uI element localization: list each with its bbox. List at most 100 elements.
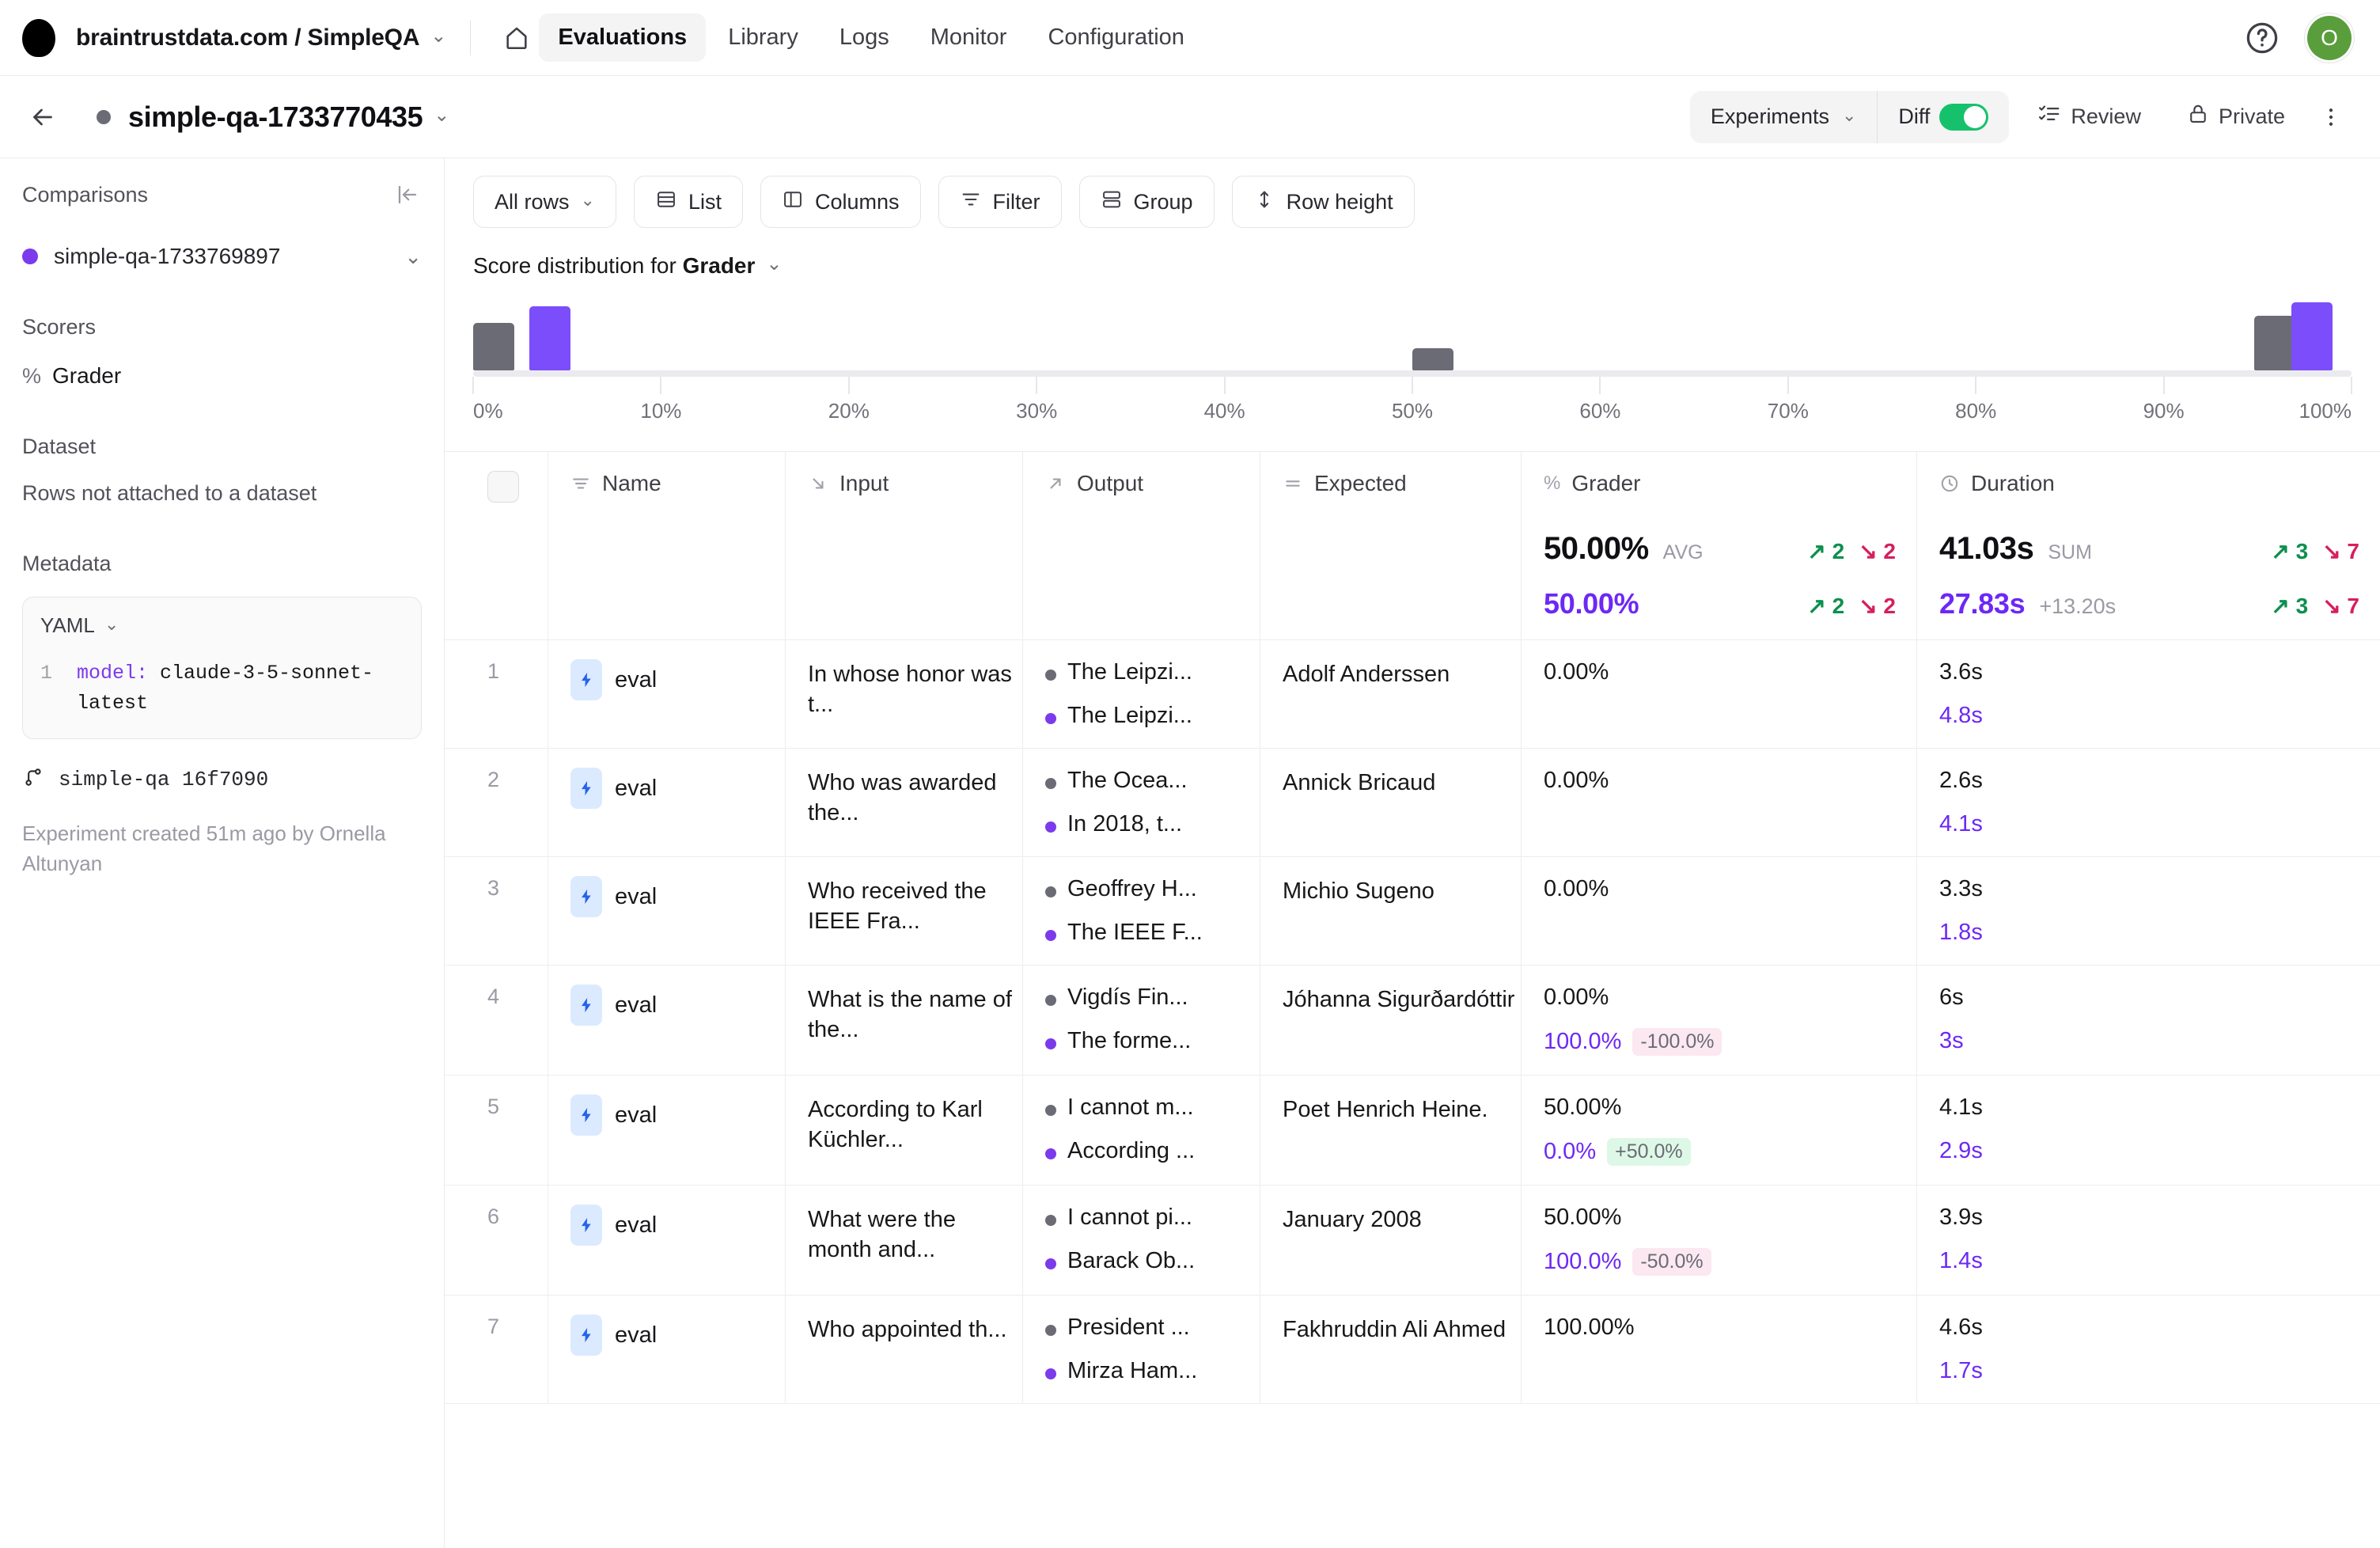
nav-item-evaluations[interactable]: Evaluations <box>539 13 706 62</box>
row-input-cell[interactable]: Who received the IEEE Fra... <box>785 857 1022 965</box>
chart-header[interactable]: Score distribution for Grader ⌄ <box>445 239 2380 279</box>
chevron-down-icon[interactable]: ⌄ <box>434 106 449 125</box>
kebab-menu-icon[interactable] <box>2310 97 2352 138</box>
column-header-output[interactable]: Output <box>1022 452 1260 639</box>
row-grader-cell[interactable]: 50.00%0.0%+50.0% <box>1521 1076 1916 1185</box>
columns-button[interactable]: Columns <box>760 176 921 228</box>
row-index-cell: 6 <box>445 1186 548 1295</box>
row-height-button[interactable]: Row height <box>1232 176 1415 228</box>
scorer-item-grader[interactable]: % Grader <box>22 363 422 389</box>
chart-bar[interactable] <box>2291 302 2333 370</box>
row-name-cell[interactable]: eval <box>548 857 785 965</box>
row-output-cell[interactable]: The Ocea...In 2018, t... <box>1022 749 1260 856</box>
group-button[interactable]: Group <box>1079 176 1215 228</box>
row-grader-cell[interactable]: 50.00%100.0%-50.0% <box>1521 1186 1916 1295</box>
row-duration-cell[interactable]: 2.6s4.1s <box>1916 749 2380 856</box>
row-input-cell[interactable]: In whose honor was t... <box>785 640 1022 748</box>
workspace-switcher[interactable]: braintrustdata.com / SimpleQA ⌄ <box>55 25 446 51</box>
chart-title-metric: Grader <box>683 253 756 278</box>
column-header-input[interactable]: Input <box>785 452 1022 639</box>
row-grader-cell[interactable]: 0.00%100.0%-100.0% <box>1521 966 1916 1075</box>
diff-toggle-group[interactable]: Diff <box>1878 91 2009 143</box>
row-expected-cell[interactable]: Fakhruddin Ali Ahmed <box>1260 1296 1521 1403</box>
row-name-cell[interactable]: eval <box>548 640 785 748</box>
nav-item-library[interactable]: Library <box>709 13 817 62</box>
row-name-cell[interactable]: eval <box>548 1076 785 1185</box>
main-content: All rows ⌄ List Columns <box>445 158 2380 1548</box>
arrow-left-icon[interactable] <box>22 97 63 138</box>
chevron-down-icon[interactable]: ⌄ <box>404 245 422 269</box>
private-button[interactable]: Private <box>2170 91 2302 143</box>
experiments-dropdown[interactable]: Experiments ⌄ <box>1690 91 1878 143</box>
all-rows-dropdown[interactable]: All rows ⌄ <box>473 176 616 228</box>
table-row[interactable]: 5evalAccording to Karl Küchler...I canno… <box>445 1076 2380 1186</box>
column-header-name[interactable]: Name <box>548 452 785 639</box>
chart-bar[interactable] <box>1412 348 1453 370</box>
row-input-cell[interactable]: According to Karl Küchler... <box>785 1076 1022 1185</box>
table-row[interactable]: 7evalWho appointed th...President ...Mir… <box>445 1296 2380 1404</box>
row-duration-cell[interactable]: 3.6s4.8s <box>1916 640 2380 748</box>
percent-icon: % <box>1544 472 1560 495</box>
row-output-cell[interactable]: I cannot m...According ... <box>1022 1076 1260 1185</box>
collapse-panel-icon[interactable] <box>393 180 422 209</box>
chart-bar[interactable] <box>2254 316 2295 370</box>
row-output-cell[interactable]: I cannot pi...Barack Ob... <box>1022 1186 1260 1295</box>
table-row[interactable]: 6evalWhat were the month and...I cannot … <box>445 1186 2380 1296</box>
select-all-checkbox[interactable] <box>487 471 519 503</box>
row-expected-cell[interactable]: Adolf Anderssen <box>1260 640 1521 748</box>
nav-item-logs[interactable]: Logs <box>820 13 908 62</box>
row-expected-cell[interactable]: Jóhanna Sigurðardóttir <box>1260 966 1521 1075</box>
row-duration-cell[interactable]: 3.9s1.4s <box>1916 1186 2380 1295</box>
row-duration-cell[interactable]: 6s3s <box>1916 966 2380 1075</box>
avatar[interactable]: O <box>2307 16 2352 60</box>
row-expected-cell[interactable]: January 2008 <box>1260 1186 1521 1295</box>
row-input-cell[interactable]: Who appointed th... <box>785 1296 1022 1403</box>
column-header-grader[interactable]: % Grader 50.00% AVG ↗ 2 ↘ 2 50 <box>1521 452 1916 639</box>
row-duration-cell[interactable]: 3.3s1.8s <box>1916 857 2380 965</box>
filter-button[interactable]: Filter <box>938 176 1062 228</box>
table-row[interactable]: 4evalWhat is the name of the...Vigdís Fi… <box>445 966 2380 1076</box>
row-duration-cell[interactable]: 4.6s1.7s <box>1916 1296 2380 1403</box>
help-circle-icon[interactable] <box>2244 20 2280 56</box>
row-expected-cell[interactable]: Poet Henrich Heine. <box>1260 1076 1521 1185</box>
row-expected-cell[interactable]: Michio Sugeno <box>1260 857 1521 965</box>
metadata-format-dropdown[interactable]: YAML ⌄ <box>40 613 404 638</box>
row-grader-cell[interactable]: 0.00% <box>1521 640 1916 748</box>
chart-bar[interactable] <box>529 306 570 370</box>
chevron-down-icon[interactable]: ⌄ <box>766 255 782 274</box>
row-name-cell[interactable]: eval <box>548 1296 785 1403</box>
nav-item-monitor[interactable]: Monitor <box>911 13 1026 62</box>
row-name-cell[interactable]: eval <box>548 749 785 856</box>
review-button[interactable]: Review <box>2020 91 2158 143</box>
output-comparison-dot <box>1045 1258 1056 1269</box>
row-output-cell[interactable]: President ...Mirza Ham... <box>1022 1296 1260 1403</box>
column-header-expected[interactable]: Expected <box>1260 452 1521 639</box>
git-reference[interactable]: simple-qa 16f7090 <box>22 766 422 792</box>
diff-toggle[interactable] <box>1939 104 1988 131</box>
row-grader-cell[interactable]: 100.00% <box>1521 1296 1916 1403</box>
row-input-cell[interactable]: Who was awarded the... <box>785 749 1022 856</box>
row-output-cell[interactable]: Vigdís Fin...The forme... <box>1022 966 1260 1075</box>
row-output-cell[interactable]: Geoffrey H...The IEEE F... <box>1022 857 1260 965</box>
row-grader-cell[interactable]: 0.00% <box>1521 749 1916 856</box>
nav-item-configuration[interactable]: Configuration <box>1029 13 1203 62</box>
comparison-item[interactable]: simple-qa-1733769897 ⌄ <box>22 244 422 269</box>
row-grader-cell[interactable]: 0.00% <box>1521 857 1916 965</box>
list-view-button[interactable]: List <box>634 176 743 228</box>
chart-bar[interactable] <box>473 323 514 370</box>
row-name-cell[interactable]: eval <box>548 1186 785 1295</box>
row-input-cell[interactable]: What were the month and... <box>785 1186 1022 1295</box>
column-header-duration[interactable]: Duration 41.03s SUM ↗ 3 ↘ 7 27.83s <box>1916 452 2380 639</box>
row-input-cell[interactable]: What is the name of the... <box>785 966 1022 1075</box>
row-output-cell[interactable]: The Leipzi...The Leipzi... <box>1022 640 1260 748</box>
table-row[interactable]: 2evalWho was awarded the...The Ocea...In… <box>445 749 2380 857</box>
home-icon[interactable] <box>495 16 539 60</box>
row-expected-cell[interactable]: Annick Bricaud <box>1260 749 1521 856</box>
table-row[interactable]: 1evalIn whose honor was t...The Leipzi..… <box>445 640 2380 749</box>
duration-value: 4.6s <box>1939 1315 2380 1341</box>
row-name-cell[interactable]: eval <box>548 966 785 1075</box>
output-comparison-text: The IEEE F... <box>1067 920 1203 946</box>
row-duration-cell[interactable]: 4.1s2.9s <box>1916 1076 2380 1185</box>
scorer-label: Grader <box>52 363 121 389</box>
table-row[interactable]: 3evalWho received the IEEE Fra...Geoffre… <box>445 857 2380 966</box>
